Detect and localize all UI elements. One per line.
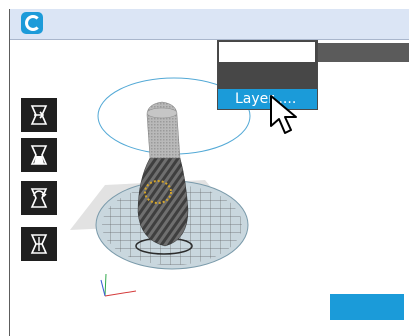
rotate-tool-button[interactable] (21, 181, 57, 215)
rotate-icon (30, 188, 48, 208)
right-panel (318, 40, 409, 336)
right-panel-header (318, 43, 409, 62)
mirror-icon (30, 234, 48, 254)
scale-icon (30, 145, 48, 165)
app-logo-icon (21, 12, 43, 34)
scale-tool-button[interactable] (21, 138, 57, 172)
application-window: Layer .... (9, 9, 409, 336)
vase-opening (146, 107, 178, 119)
move-tool-button[interactable] (21, 98, 57, 132)
right-panel-action-button[interactable] (330, 294, 404, 320)
menu-item-blank[interactable] (219, 42, 315, 62)
y-axis (104, 273, 107, 297)
x-axis (104, 290, 137, 297)
title-bar (10, 9, 409, 40)
mirror-tool-button[interactable] (21, 227, 57, 261)
mouse-cursor-icon (270, 95, 297, 134)
z-axis (100, 279, 106, 297)
move-icon (30, 105, 48, 125)
